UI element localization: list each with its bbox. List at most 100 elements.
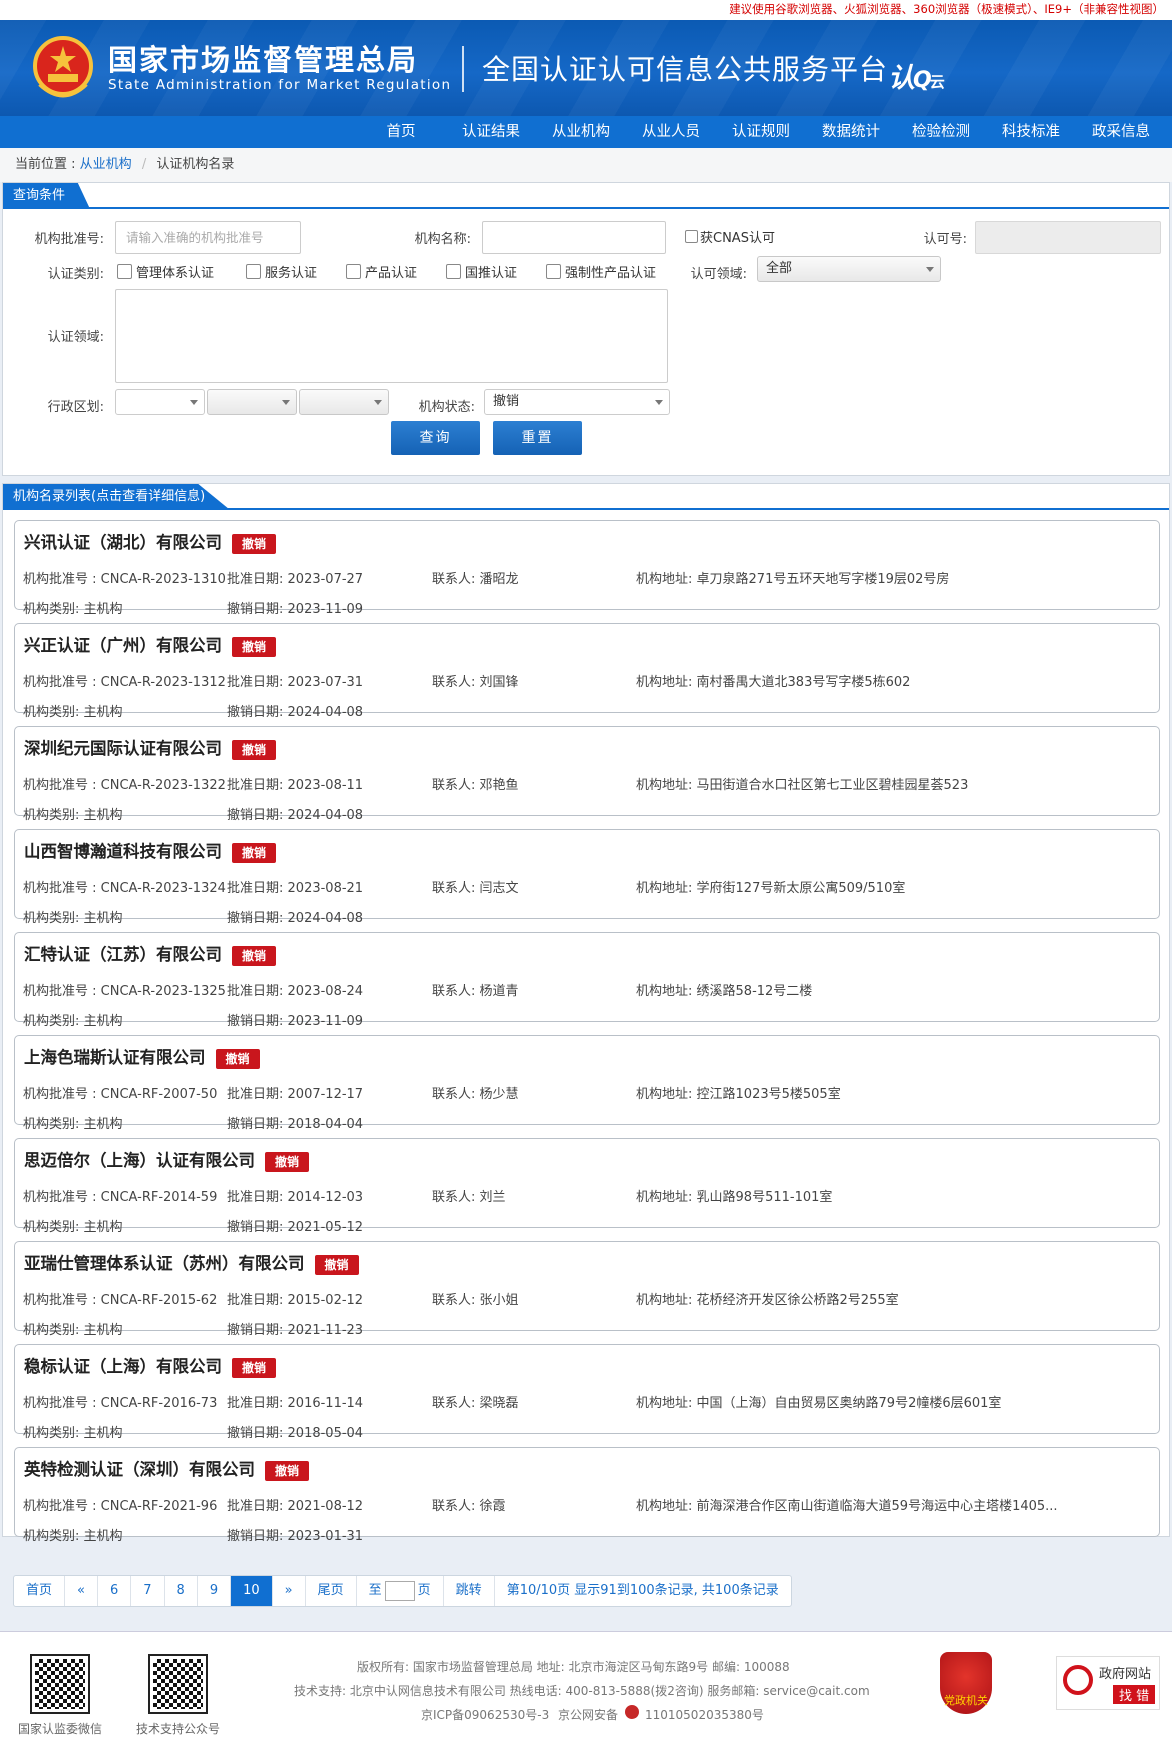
gov-site-error-report[interactable]: 政府网站 找 错	[1056, 1656, 1160, 1710]
police-badge-icon	[625, 1705, 639, 1719]
accred-field-select[interactable]: 全部	[757, 256, 941, 282]
field-label: 联系人:	[432, 1190, 476, 1205]
cert-type-compulsory[interactable]: 强制性产品认证	[546, 262, 656, 281]
institution-name[interactable]: 稳标认证（上海）有限公司 撤销	[24, 1353, 277, 1378]
institution-name[interactable]: 深圳纪元国际认证有限公司 撤销	[24, 735, 277, 760]
cert-type-product[interactable]: 产品认证	[346, 262, 417, 281]
list-item[interactable]: 稳标认证（上海）有限公司 撤销 机构批准号 : CNCA-RF-2016-73 批准日…	[14, 1344, 1160, 1441]
cert-type-management[interactable]: 管理体系认证	[117, 262, 214, 281]
field-label: 机构批准号 :	[23, 1087, 97, 1102]
nav-personnel[interactable]: 从业人员	[626, 116, 716, 148]
institution-name-text[interactable]: 山西智博瀚道科技有限公司	[24, 842, 222, 861]
search-button[interactable]: 查询	[391, 421, 480, 455]
field-value: 2023-11-09	[287, 1014, 364, 1029]
nav-standards[interactable]: 科技标准	[986, 116, 1076, 148]
page-jump-input[interactable]	[384, 1581, 415, 1601]
institution-name-text[interactable]: 上海色瑞斯认证有限公司	[24, 1048, 206, 1067]
party-gov-badge[interactable]: 党政机关	[940, 1652, 992, 1714]
institution-name[interactable]: 上海色瑞斯认证有限公司 撤销	[24, 1044, 260, 1069]
page-first[interactable]: 首页	[14, 1576, 66, 1606]
field-label: 机构地址:	[636, 1499, 693, 1514]
list-item[interactable]: 思迈倍尔（上海）认证有限公司 撤销 机构批准号 : CNCA-RF-2014-59 批…	[14, 1138, 1160, 1235]
institution-name[interactable]: 汇特认证（江苏）有限公司 撤销	[24, 941, 277, 966]
nav-rules[interactable]: 认证规则	[716, 116, 806, 148]
cert-field-textarea[interactable]	[115, 289, 668, 383]
approval-date-field: 批准日期: 2021-08-12	[227, 1495, 363, 1514]
list-item[interactable]: 山西智博瀚道科技有限公司 撤销 机构批准号 : CNCA-R-2023-1324 批准…	[14, 829, 1160, 926]
approval-no-input[interactable]: 请输入准确的机构批准号	[115, 221, 301, 254]
list-item[interactable]: 亚瑞仕管理体系认证（苏州）有限公司 撤销 机构批准号 : CNCA-RF-2015-…	[14, 1241, 1160, 1338]
name-input[interactable]	[482, 221, 666, 254]
field-value: CNCA-RF-2016-73	[100, 1396, 218, 1411]
reset-button[interactable]: 重置	[493, 421, 582, 455]
page-7[interactable]: 7	[131, 1576, 165, 1606]
institution-name[interactable]: 兴讯认证（湖北）有限公司 撤销	[24, 529, 277, 554]
list-item[interactable]: 英特检测认证（深圳）有限公司 撤销 机构批准号 : CNCA-RF-2021-96 批…	[14, 1447, 1160, 1544]
field-label: 联系人:	[432, 881, 476, 896]
footer-police-no[interactable]: 11010502035380号	[645, 1706, 764, 1723]
nav-cert-results[interactable]: 认证结果	[446, 116, 536, 148]
cnas-checkbox[interactable]: 获CNAS认可	[685, 227, 775, 246]
page-next[interactable]: »	[273, 1576, 306, 1606]
cert-type-national[interactable]: 国推认证	[446, 262, 517, 281]
field-value: CNCA-R-2023-1312	[100, 675, 226, 690]
list-panel: 机构名录列表(点击查看详细信息) 兴讯认证（湖北）有限公司 撤销 机构批准号 : C…	[2, 483, 1170, 1544]
institution-name-text[interactable]: 亚瑞仕管理体系认证（苏州）有限公司	[24, 1254, 305, 1273]
list-item[interactable]: 深圳纪元国际认证有限公司 撤销 机构批准号 : CNCA-R-2023-1322 批准…	[14, 726, 1160, 823]
field-value: 张小姐	[479, 1293, 519, 1308]
institution-name-text[interactable]: 兴讯认证（湖北）有限公司	[24, 533, 222, 552]
field-value: 马田街道合水口社区第七工业区碧桂园星荟523	[696, 778, 969, 793]
accred-no-input[interactable]	[975, 221, 1161, 254]
nav-home[interactable]: 首页	[356, 116, 446, 148]
approval-date-field: 批准日期: 2007-12-17	[227, 1083, 363, 1102]
nav-procurement[interactable]: 政采信息	[1076, 116, 1166, 148]
revoke-date-field: 撤销日期: 2018-04-04	[227, 1113, 363, 1132]
status-select[interactable]: 撤销	[484, 389, 670, 415]
institution-name[interactable]: 兴正认证（广州）有限公司 撤销	[24, 632, 277, 657]
field-value: 学府街127号新太原公寓509/510室	[696, 881, 906, 896]
page-10-current[interactable]: 10	[231, 1576, 273, 1606]
institution-name-text[interactable]: 稳标认证（上海）有限公司	[24, 1357, 222, 1376]
page-jump-button[interactable]: 跳转	[444, 1576, 495, 1606]
page-6[interactable]: 6	[98, 1576, 132, 1606]
institution-name[interactable]: 思迈倍尔（上海）认证有限公司 撤销	[24, 1147, 310, 1172]
institution-name-text[interactable]: 汇特认证（江苏）有限公司	[24, 945, 222, 964]
institution-name[interactable]: 亚瑞仕管理体系认证（苏州）有限公司 撤销	[24, 1250, 359, 1275]
field-value: 主机构	[83, 1529, 123, 1544]
list-item[interactable]: 兴讯认证（湖北）有限公司 撤销 机构批准号 : CNCA-R-2023-1310 批准…	[14, 520, 1160, 617]
field-value: 2024-04-08	[287, 808, 364, 823]
field-label: 联系人:	[432, 1293, 476, 1308]
nav-institutions[interactable]: 从业机构	[536, 116, 626, 148]
page-8[interactable]: 8	[165, 1576, 198, 1606]
institution-name-text[interactable]: 兴正认证（广州）有限公司	[24, 636, 222, 655]
field-label: 机构类别:	[23, 1323, 80, 1338]
field-value: 前海深港合作区南山街道临海大道59号海运中心主塔楼1405...	[696, 1499, 1058, 1514]
breadcrumb-institutions[interactable]: 从业机构	[80, 157, 132, 172]
region-district-select[interactable]	[299, 389, 389, 415]
institution-name[interactable]: 英特检测认证（深圳）有限公司 撤销	[24, 1456, 310, 1481]
field-label: 机构批准号 :	[23, 572, 97, 587]
nav-testing[interactable]: 检验检测	[896, 116, 986, 148]
approval-date-field: 批准日期: 2023-08-11	[227, 774, 363, 793]
list-item[interactable]: 汇特认证（江苏）有限公司 撤销 机构批准号 : CNCA-R-2023-1325 批准…	[14, 932, 1160, 1029]
type-field: 机构类别: 主机构	[23, 1113, 123, 1132]
institution-name[interactable]: 山西智博瀚道科技有限公司 撤销	[24, 838, 277, 863]
page-9[interactable]: 9	[198, 1576, 232, 1606]
page-prev[interactable]: «	[65, 1576, 98, 1606]
field-label: 联系人:	[432, 675, 476, 690]
page-last[interactable]: 尾页	[306, 1576, 357, 1606]
institution-name-text[interactable]: 英特检测认证（深圳）有限公司	[24, 1460, 255, 1479]
list-item[interactable]: 上海色瑞斯认证有限公司 撤销 机构批准号 : CNCA-RF-2007-50 批准日期…	[14, 1035, 1160, 1132]
institution-name-text[interactable]: 深圳纪元国际认证有限公司	[24, 739, 222, 758]
nav-statistics[interactable]: 数据统计	[806, 116, 896, 148]
field-label: 机构地址:	[636, 1087, 693, 1102]
list-item[interactable]: 兴正认证（广州）有限公司 撤销 机构批准号 : CNCA-R-2023-1312 批准…	[14, 623, 1160, 720]
region-province-select[interactable]	[115, 389, 205, 415]
field-label: 机构批准号 :	[23, 1190, 97, 1205]
region-city-select[interactable]	[207, 389, 297, 415]
footer-police[interactable]: 京公网安备	[558, 1706, 618, 1723]
institution-name-text[interactable]: 思迈倍尔（上海）认证有限公司	[24, 1151, 255, 1170]
field-label: 批准日期:	[227, 881, 284, 896]
cert-type-service[interactable]: 服务认证	[246, 262, 317, 281]
footer-icp[interactable]: 京ICP备09062530号-3	[421, 1706, 549, 1723]
